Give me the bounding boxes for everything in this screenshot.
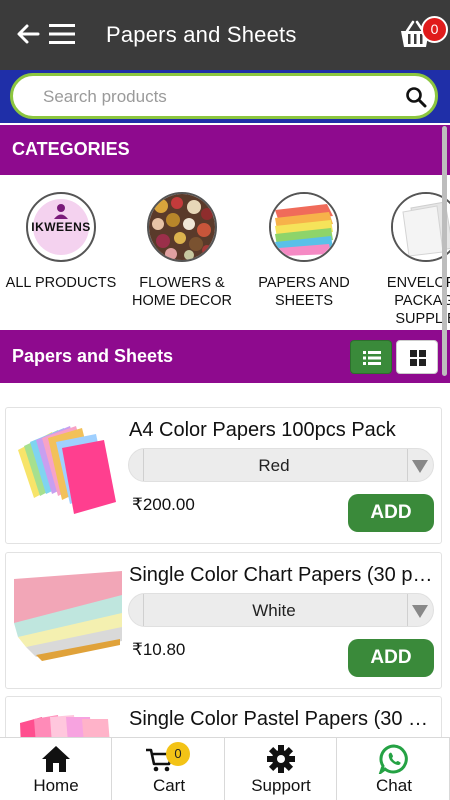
papers-thumbnail: [269, 192, 339, 262]
ikweens-logo-text: IKWEENS: [31, 220, 91, 234]
category-label: FLOWERS & HOME DECOR: [132, 275, 232, 309]
category-papers-and-sheets[interactable]: PAPERS AND SHEETS: [243, 192, 365, 310]
product-name[interactable]: A4 Color Papers 100pcs Pack: [129, 419, 439, 442]
papers-image: [271, 194, 337, 260]
flowers-thumbnail: [147, 192, 217, 262]
scrollbar[interactable]: [442, 126, 447, 376]
search-box: [10, 73, 438, 119]
category-envelope-packaging-supplies[interactable]: ENVELOPE PACKAGI SUPPLIE: [365, 192, 450, 328]
color-papers-image: [12, 420, 124, 520]
product-name[interactable]: Single Color Pastel Papers (30 pcs): [129, 708, 439, 731]
home-icon: [42, 746, 70, 772]
back-arrow-icon[interactable]: [14, 20, 42, 48]
section-title: Papers and Sheets: [12, 346, 174, 366]
nav-label: Cart: [152, 776, 186, 795]
variant-value: Red: [258, 456, 290, 475]
add-to-cart-button[interactable]: ADD: [348, 494, 434, 532]
grid-view-button[interactable]: [396, 340, 438, 374]
app-header: Papers and Sheets 0: [0, 0, 450, 70]
nav-label: Support: [251, 776, 311, 795]
dropdown-caret-icon: [412, 460, 428, 473]
search-bar-container: [0, 70, 450, 123]
variant-select[interactable]: Red: [128, 448, 434, 482]
section-header: Papers and Sheets: [0, 330, 450, 383]
product-image: [12, 420, 124, 520]
bottom-navigation: Home Cart Support Chat 0: [0, 737, 450, 800]
nav-label: Chat: [376, 776, 412, 795]
dropdown-caret-icon: [412, 605, 428, 618]
search-icon[interactable]: [405, 86, 427, 108]
cart-count-badge: 0: [421, 16, 448, 43]
crown-figure-icon: [54, 204, 68, 219]
flowers-image: [149, 194, 215, 260]
product-name[interactable]: Single Color Chart Papers (30 pcs): [129, 564, 439, 587]
product-card: A4 Color Papers 100pcs Pack Red ₹200.00 …: [5, 407, 442, 544]
hamburger-menu-icon[interactable]: [48, 22, 76, 46]
category-label: ALL PRODUCTS: [5, 275, 117, 291]
categories-heading: CATEGORIES: [12, 139, 130, 159]
nav-support[interactable]: Support: [225, 738, 337, 800]
categories-carousel: IKWEENS ALL PRODUCTS FLOWERS & HOME DECO…: [0, 175, 450, 330]
list-view-icon: [363, 351, 381, 365]
nav-label: Home: [33, 776, 79, 795]
product-image: [12, 565, 124, 665]
category-flowers-home-decor[interactable]: FLOWERS & HOME DECOR: [121, 192, 243, 310]
category-label: PAPERS AND SHEETS: [258, 275, 350, 309]
search-input[interactable]: [43, 84, 393, 110]
add-to-cart-button[interactable]: ADD: [348, 639, 434, 677]
chart-papers-image: [12, 565, 124, 665]
cart-nav-badge: 0: [166, 742, 190, 766]
categories-header: CATEGORIES: [0, 125, 450, 175]
product-price: ₹200.00: [132, 495, 195, 514]
variant-value: White: [252, 601, 296, 620]
nav-chat[interactable]: Chat: [338, 738, 450, 800]
variant-select[interactable]: White: [128, 593, 434, 627]
gear-icon: [267, 745, 295, 773]
product-price: ₹10.80: [132, 640, 186, 659]
list-view-button[interactable]: [350, 340, 392, 374]
category-label: ENVELOPE PACKAGI SUPPLIE: [386, 275, 450, 327]
whatsapp-icon: [378, 744, 408, 774]
product-card: Single Color Chart Papers (30 pcs) White…: [5, 552, 442, 689]
ikweens-logo: IKWEENS: [26, 192, 96, 262]
category-all-products[interactable]: IKWEENS ALL PRODUCTS: [0, 192, 122, 292]
nav-home[interactable]: Home: [0, 738, 112, 800]
page-title: Papers and Sheets: [106, 22, 297, 47]
grid-view-icon: [410, 350, 426, 366]
